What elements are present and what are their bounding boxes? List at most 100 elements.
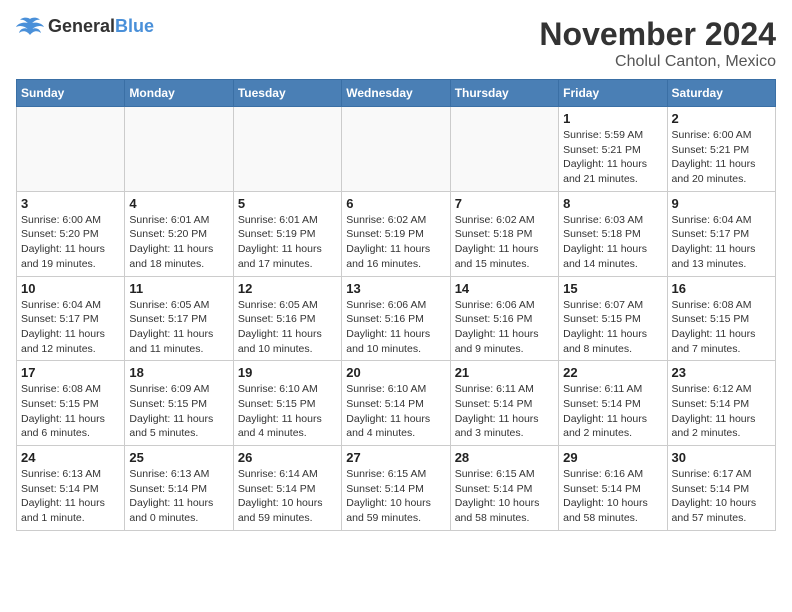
day-number: 12 [238, 281, 337, 296]
day-number: 14 [455, 281, 554, 296]
day-info: Sunrise: 5:59 AM Sunset: 5:21 PM Dayligh… [563, 128, 662, 187]
calendar-day-cell: 26 Sunrise: 6:14 AM Sunset: 5:14 PM Dayli… [233, 446, 341, 531]
calendar-day-cell: 30 Sunrise: 6:17 AM Sunset: 5:14 PM Dayli… [667, 446, 775, 531]
day-info: Sunrise: 6:08 AM Sunset: 5:15 PM Dayligh… [672, 298, 771, 357]
day-info: Sunrise: 6:10 AM Sunset: 5:14 PM Dayligh… [346, 382, 445, 441]
day-info: Sunrise: 6:08 AM Sunset: 5:15 PM Dayligh… [21, 382, 120, 441]
calendar-day-cell: 21Sunrise: 6:11 AM Sunset: 5:14 PM Dayli… [450, 361, 558, 446]
day-number: 11 [129, 281, 228, 296]
day-number: 10 [21, 281, 120, 296]
day-info: Sunrise: 6:13 AM Sunset: 5:14 PM Dayligh… [129, 467, 228, 526]
calendar-day-cell: 16 Sunrise: 6:08 AM Sunset: 5:15 PM Dayli… [667, 276, 775, 361]
calendar-day-cell: 13 Sunrise: 6:06 AM Sunset: 5:16 PM Dayli… [342, 276, 450, 361]
day-number: 9 [672, 196, 771, 211]
calendar-weekday-header: Sunday [17, 80, 125, 107]
calendar-week-row: 3Sunrise: 6:00 AM Sunset: 5:20 PM Daylig… [17, 191, 776, 276]
calendar-day-cell: 20 Sunrise: 6:10 AM Sunset: 5:14 PM Dayli… [342, 361, 450, 446]
day-number: 3 [21, 196, 120, 211]
calendar-day-cell: 22Sunrise: 6:11 AM Sunset: 5:14 PM Dayli… [559, 361, 667, 446]
calendar-day-cell: 12 Sunrise: 6:05 AM Sunset: 5:16 PM Dayli… [233, 276, 341, 361]
calendar-day-cell: 19Sunrise: 6:10 AM Sunset: 5:15 PM Dayli… [233, 361, 341, 446]
location-title: Cholul Canton, Mexico [539, 53, 776, 71]
day-number: 8 [563, 196, 662, 211]
day-number: 30 [672, 450, 771, 465]
calendar-day-cell: 25 Sunrise: 6:13 AM Sunset: 5:14 PM Dayli… [125, 446, 233, 531]
day-number: 28 [455, 450, 554, 465]
calendar-header-row: SundayMondayTuesdayWednesdayThursdayFrid… [17, 80, 776, 107]
calendar-day-cell: 10 Sunrise: 6:04 AM Sunset: 5:17 PM Dayli… [17, 276, 125, 361]
day-number: 7 [455, 196, 554, 211]
logo-general-text: General [48, 16, 115, 36]
day-info: Sunrise: 6:15 AM Sunset: 5:14 PM Dayligh… [346, 467, 445, 526]
day-number: 5 [238, 196, 337, 211]
calendar-week-row: 10 Sunrise: 6:04 AM Sunset: 5:17 PM Dayli… [17, 276, 776, 361]
day-info: Sunrise: 6:02 AM Sunset: 5:18 PM Dayligh… [455, 213, 554, 272]
calendar-day-cell: 2 Sunrise: 6:00 AM Sunset: 5:21 PM Daylig… [667, 107, 775, 192]
calendar-day-cell [450, 107, 558, 192]
calendar-day-cell [342, 107, 450, 192]
calendar-day-cell: 28 Sunrise: 6:15 AM Sunset: 5:14 PM Dayli… [450, 446, 558, 531]
day-number: 18 [129, 365, 228, 380]
day-number: 24 [21, 450, 120, 465]
day-info: Sunrise: 6:14 AM Sunset: 5:14 PM Dayligh… [238, 467, 337, 526]
calendar-day-cell: 7 Sunrise: 6:02 AM Sunset: 5:18 PM Daylig… [450, 191, 558, 276]
calendar-day-cell: 11 Sunrise: 6:05 AM Sunset: 5:17 PM Dayli… [125, 276, 233, 361]
calendar-day-cell: 9 Sunrise: 6:04 AM Sunset: 5:17 PM Daylig… [667, 191, 775, 276]
day-number: 15 [563, 281, 662, 296]
calendar-day-cell: 24 Sunrise: 6:13 AM Sunset: 5:14 PM Dayli… [17, 446, 125, 531]
calendar-weekday-header: Monday [125, 80, 233, 107]
calendar-week-row: 1 Sunrise: 5:59 AM Sunset: 5:21 PM Daylig… [17, 107, 776, 192]
day-info: Sunrise: 6:13 AM Sunset: 5:14 PM Dayligh… [21, 467, 120, 526]
day-info: Sunrise: 6:17 AM Sunset: 5:14 PM Dayligh… [672, 467, 771, 526]
day-number: 26 [238, 450, 337, 465]
day-info: Sunrise: 6:02 AM Sunset: 5:19 PM Dayligh… [346, 213, 445, 272]
calendar-day-cell: 4 Sunrise: 6:01 AM Sunset: 5:20 PM Daylig… [125, 191, 233, 276]
day-info: Sunrise: 6:04 AM Sunset: 5:17 PM Dayligh… [672, 213, 771, 272]
calendar-day-cell: 23Sunrise: 6:12 AM Sunset: 5:14 PM Dayli… [667, 361, 775, 446]
calendar-day-cell: 15 Sunrise: 6:07 AM Sunset: 5:15 PM Dayli… [559, 276, 667, 361]
logo-bird-icon [16, 17, 44, 37]
day-number: 2 [672, 111, 771, 126]
day-info: Sunrise: 6:07 AM Sunset: 5:15 PM Dayligh… [563, 298, 662, 357]
day-info: Sunrise: 6:06 AM Sunset: 5:16 PM Dayligh… [346, 298, 445, 357]
calendar-day-cell: 18Sunrise: 6:09 AM Sunset: 5:15 PM Dayli… [125, 361, 233, 446]
day-number: 1 [563, 111, 662, 126]
calendar-day-cell [125, 107, 233, 192]
calendar-table: SundayMondayTuesdayWednesdayThursdayFrid… [16, 79, 776, 531]
calendar-day-cell: 14Sunrise: 6:06 AM Sunset: 5:16 PM Dayli… [450, 276, 558, 361]
day-number: 25 [129, 450, 228, 465]
month-title: November 2024 [539, 16, 776, 53]
logo-blue-text: Blue [115, 16, 154, 36]
header: GeneralBlue November 2024 Cholul Canton,… [16, 16, 776, 71]
calendar-day-cell: 1 Sunrise: 5:59 AM Sunset: 5:21 PM Daylig… [559, 107, 667, 192]
day-info: Sunrise: 6:15 AM Sunset: 5:14 PM Dayligh… [455, 467, 554, 526]
day-info: Sunrise: 6:05 AM Sunset: 5:17 PM Dayligh… [129, 298, 228, 357]
calendar-day-cell [17, 107, 125, 192]
logo: GeneralBlue [16, 16, 154, 37]
calendar-day-cell: 6 Sunrise: 6:02 AM Sunset: 5:19 PM Daylig… [342, 191, 450, 276]
day-number: 22 [563, 365, 662, 380]
calendar-weekday-header: Saturday [667, 80, 775, 107]
title-area: November 2024 Cholul Canton, Mexico [539, 16, 776, 71]
calendar-day-cell: 17 Sunrise: 6:08 AM Sunset: 5:15 PM Dayli… [17, 361, 125, 446]
calendar-weekday-header: Tuesday [233, 80, 341, 107]
day-info: Sunrise: 6:05 AM Sunset: 5:16 PM Dayligh… [238, 298, 337, 357]
calendar-day-cell: 3Sunrise: 6:00 AM Sunset: 5:20 PM Daylig… [17, 191, 125, 276]
calendar-weekday-header: Wednesday [342, 80, 450, 107]
day-number: 27 [346, 450, 445, 465]
calendar-week-row: 24 Sunrise: 6:13 AM Sunset: 5:14 PM Dayli… [17, 446, 776, 531]
day-info: Sunrise: 6:01 AM Sunset: 5:20 PM Dayligh… [129, 213, 228, 272]
day-number: 4 [129, 196, 228, 211]
day-info: Sunrise: 6:11 AM Sunset: 5:14 PM Dayligh… [455, 382, 554, 441]
day-info: Sunrise: 6:00 AM Sunset: 5:21 PM Dayligh… [672, 128, 771, 187]
day-number: 17 [21, 365, 120, 380]
calendar-weekday-header: Friday [559, 80, 667, 107]
day-number: 23 [672, 365, 771, 380]
day-number: 20 [346, 365, 445, 380]
day-number: 6 [346, 196, 445, 211]
day-number: 16 [672, 281, 771, 296]
calendar-day-cell: 29Sunrise: 6:16 AM Sunset: 5:14 PM Dayli… [559, 446, 667, 531]
day-info: Sunrise: 6:04 AM Sunset: 5:17 PM Dayligh… [21, 298, 120, 357]
calendar-day-cell [233, 107, 341, 192]
day-number: 13 [346, 281, 445, 296]
